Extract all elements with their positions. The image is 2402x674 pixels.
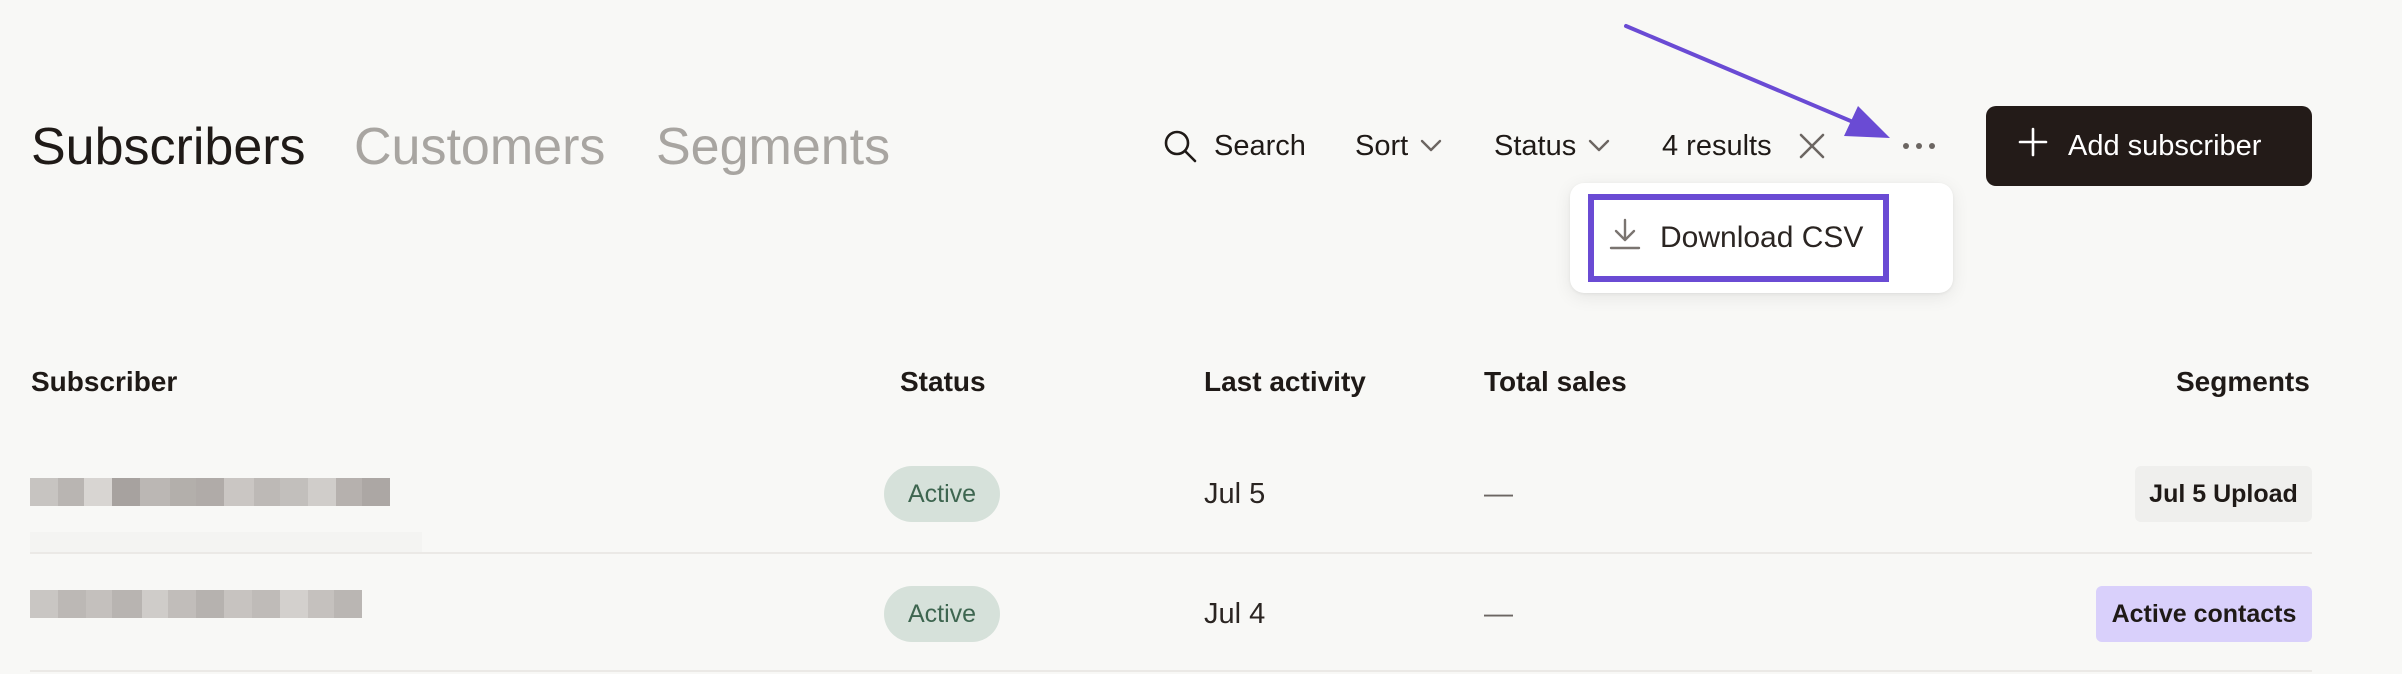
row-divider bbox=[30, 552, 2312, 554]
download-csv-label: Download CSV bbox=[1660, 221, 1864, 254]
tab-subscribers[interactable]: Subscribers bbox=[31, 112, 306, 182]
search-button[interactable]: Search bbox=[1162, 118, 1306, 174]
segment-badge[interactable]: Jul 5 Upload bbox=[2135, 466, 2312, 522]
more-options-menu: Download CSV bbox=[1570, 183, 1953, 293]
column-header-last-activity[interactable]: Last activity bbox=[1204, 362, 1366, 402]
tab-customers[interactable]: Customers bbox=[354, 112, 605, 182]
column-header-status[interactable]: Status bbox=[900, 362, 986, 402]
more-options-button[interactable] bbox=[1902, 118, 1936, 174]
status-dropdown[interactable]: Status bbox=[1494, 118, 1610, 174]
more-horizontal-icon bbox=[1902, 141, 1936, 151]
column-header-subscriber[interactable]: Subscriber bbox=[31, 362, 177, 402]
total-sales: — bbox=[1484, 598, 1513, 630]
column-header-total-sales[interactable]: Total sales bbox=[1484, 362, 1627, 402]
download-csv-menu-item[interactable]: Download CSV bbox=[1588, 194, 1889, 282]
subscriber-email-redacted bbox=[30, 590, 362, 618]
status-badge: Active bbox=[884, 466, 1000, 522]
last-activity: Jul 4 bbox=[1204, 598, 1266, 630]
total-sales: — bbox=[1484, 478, 1513, 510]
annotation-arrow bbox=[1624, 24, 1890, 138]
download-icon bbox=[1608, 217, 1642, 259]
tab-segments[interactable]: Segments bbox=[656, 112, 890, 182]
sort-dropdown[interactable]: Sort bbox=[1355, 118, 1442, 174]
status-badge: Active bbox=[884, 586, 1000, 642]
last-activity: Jul 5 bbox=[1204, 478, 1266, 510]
status-label: Status bbox=[1494, 129, 1577, 162]
search-icon bbox=[1162, 128, 1198, 164]
subscriber-subtext-redacted bbox=[30, 532, 422, 554]
plus-icon bbox=[2018, 127, 2048, 165]
search-label: Search bbox=[1214, 129, 1306, 162]
add-subscriber-label: Add subscriber bbox=[2068, 129, 2262, 162]
chevron-down-icon bbox=[1420, 139, 1442, 153]
segment-badge[interactable]: Active contacts bbox=[2096, 586, 2312, 642]
sort-label: Sort bbox=[1355, 129, 1409, 162]
add-subscriber-button[interactable]: Add subscriber bbox=[1986, 106, 2312, 186]
column-header-segments[interactable]: Segments bbox=[2176, 362, 2310, 402]
subscriber-email-redacted bbox=[30, 478, 390, 506]
row-divider bbox=[30, 670, 2312, 672]
